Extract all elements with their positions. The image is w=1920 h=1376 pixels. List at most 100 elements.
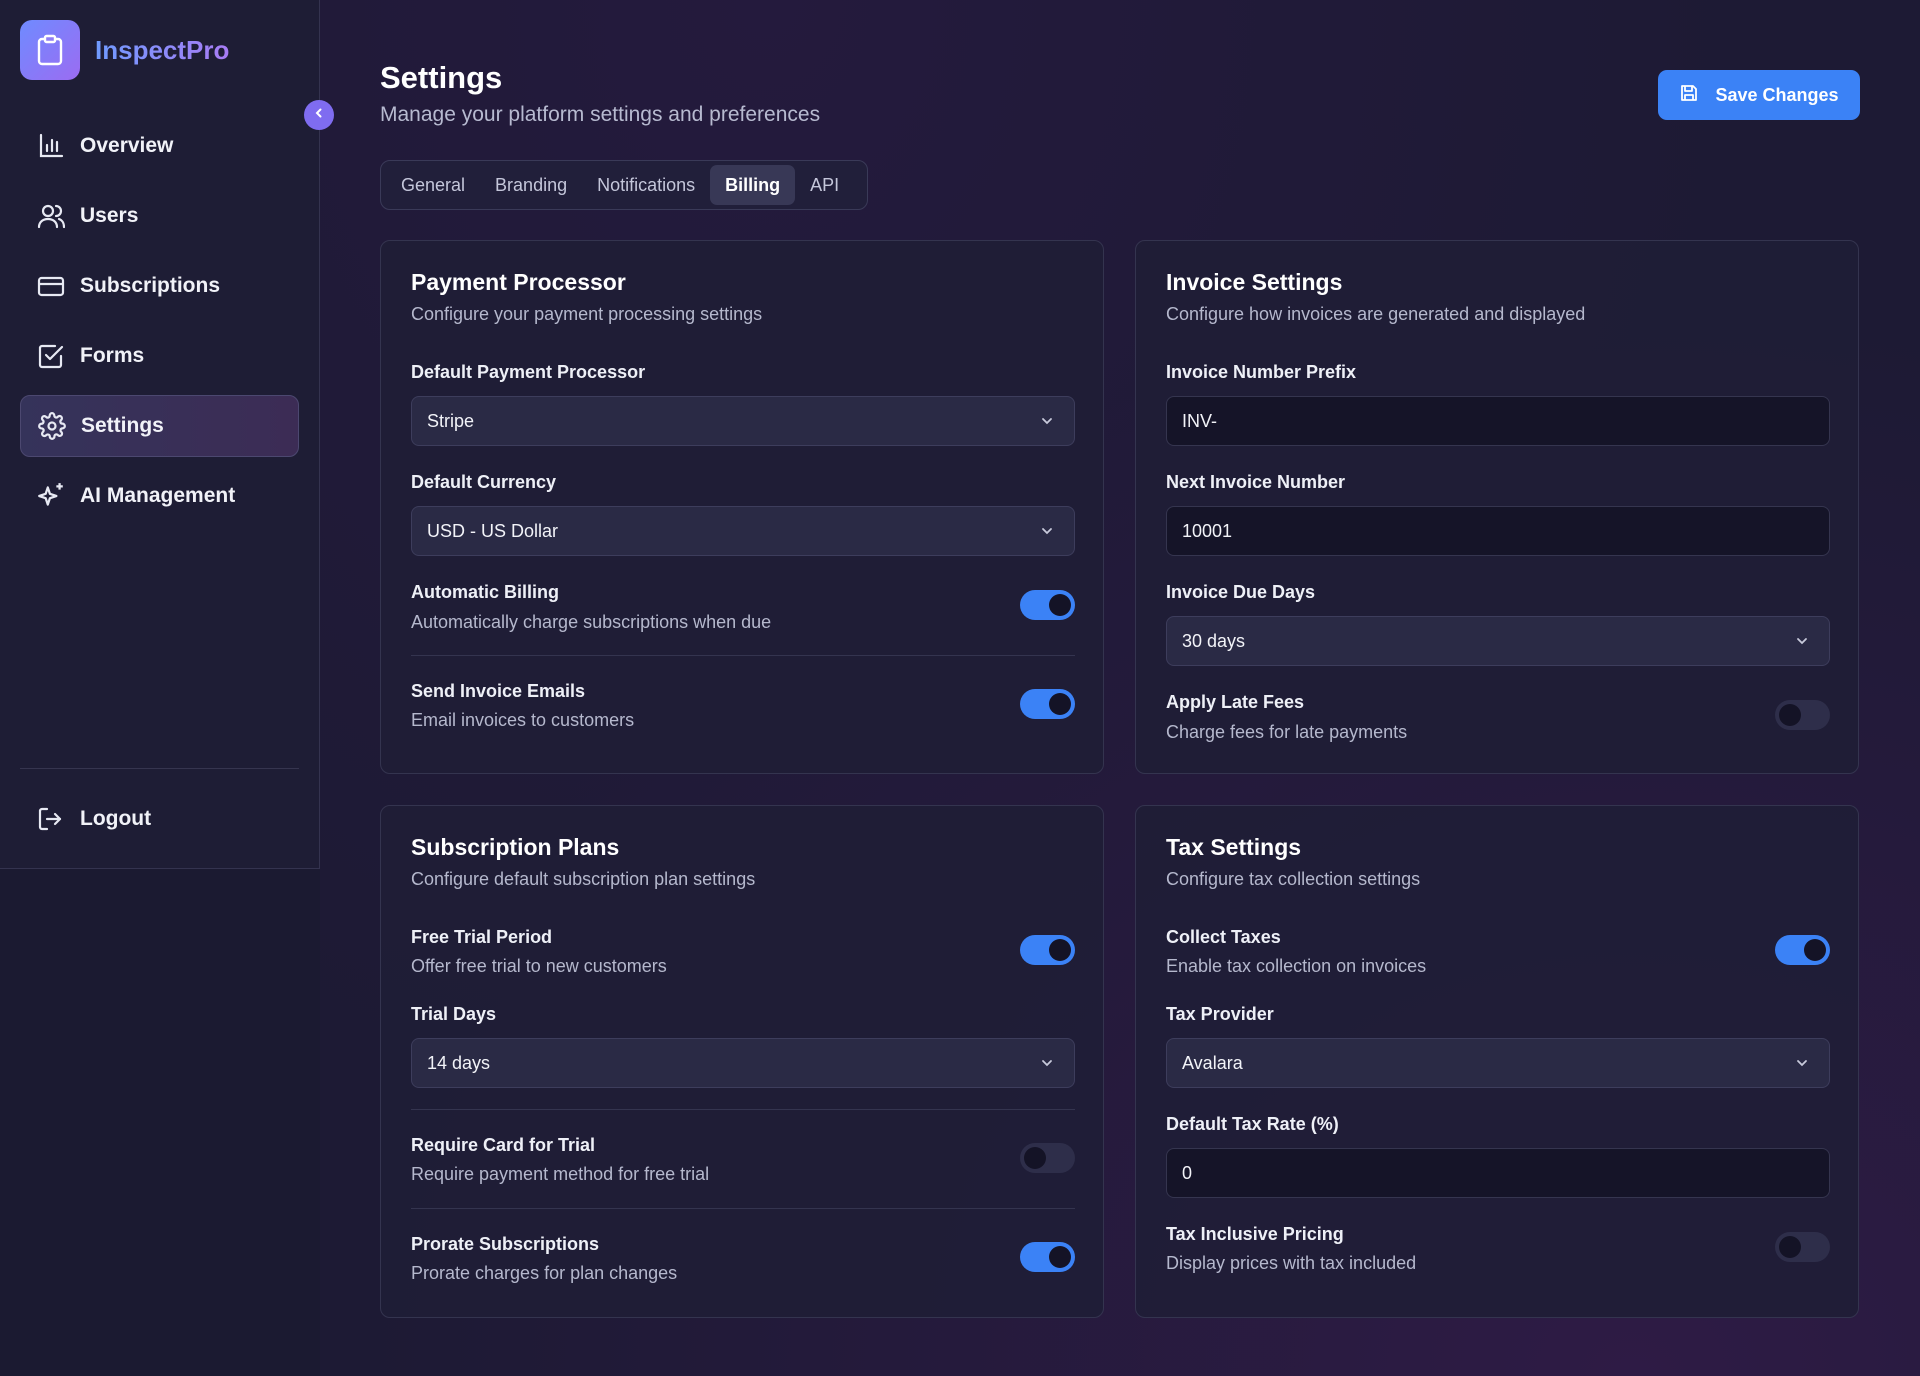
bar-chart-icon bbox=[36, 131, 66, 161]
sidebar-item-users[interactable]: Users bbox=[20, 185, 299, 247]
sidebar-item-label: Settings bbox=[81, 414, 164, 437]
require-card-title: Require Card for Trial bbox=[411, 1135, 596, 1155]
chevron-left-icon bbox=[313, 106, 325, 124]
sidebar-item-overview[interactable]: Overview bbox=[20, 115, 299, 177]
tax-inclusive-description: Display prices with tax included bbox=[1166, 1253, 1417, 1273]
card-title: Invoice Settings bbox=[1166, 269, 1343, 295]
card-title: Tax Settings bbox=[1166, 834, 1302, 860]
tab-notifications[interactable]: Notifications bbox=[582, 165, 710, 205]
brand-name: InspectPro bbox=[95, 34, 230, 65]
invoice-due-label: Invoice Due Days bbox=[1166, 582, 1316, 602]
card-description: Configure default subscription plan sett… bbox=[411, 869, 756, 889]
late-fees-toggle[interactable] bbox=[1775, 700, 1830, 730]
require-card-toggle[interactable] bbox=[1020, 1143, 1075, 1173]
invoice-emails-toggle[interactable] bbox=[1020, 689, 1075, 719]
gear-icon bbox=[37, 411, 67, 441]
tab-general[interactable]: General bbox=[386, 165, 480, 205]
clipboard-icon bbox=[20, 20, 80, 80]
select-value: Avalara bbox=[1182, 1052, 1243, 1073]
invoice-due-select[interactable]: 30 days bbox=[1166, 616, 1830, 666]
page-title: Settings bbox=[380, 60, 503, 95]
toggle-knob bbox=[1049, 594, 1071, 616]
sidebar-item-label: Forms bbox=[80, 344, 145, 367]
select-value: USD - US Dollar bbox=[427, 520, 559, 541]
collect-taxes-toggle[interactable] bbox=[1775, 935, 1830, 965]
payment-processor-card: Payment Processor Configure your payment… bbox=[380, 240, 1104, 774]
late-fees-title: Apply Late Fees bbox=[1166, 692, 1305, 712]
invoice-prefix-input[interactable]: INV- bbox=[1166, 396, 1830, 446]
sidebar-item-label: Overview bbox=[80, 134, 174, 157]
toggle-knob bbox=[1779, 704, 1801, 726]
tab-api[interactable]: API bbox=[795, 165, 854, 205]
sparkles-icon bbox=[36, 481, 66, 511]
users-icon bbox=[36, 201, 66, 231]
sidebar-divider bbox=[20, 768, 299, 769]
sidebar-item-subscriptions[interactable]: Subscriptions bbox=[20, 255, 299, 317]
invoice-settings-card: Invoice Settings Configure how invoices … bbox=[1135, 240, 1859, 774]
divider bbox=[411, 1109, 1075, 1110]
tax-inclusive-title: Tax Inclusive Pricing bbox=[1166, 1224, 1344, 1244]
save-icon bbox=[1679, 83, 1699, 108]
tab-branding[interactable]: Branding bbox=[480, 165, 582, 205]
tax-provider-select[interactable]: Avalara bbox=[1166, 1038, 1830, 1088]
tax-rate-input[interactable]: 0 bbox=[1166, 1148, 1830, 1198]
tax-inclusive-toggle[interactable] bbox=[1775, 1232, 1830, 1262]
logout-icon bbox=[36, 804, 66, 834]
select-value: Stripe bbox=[427, 410, 475, 431]
invoice-emails-title: Send Invoice Emails bbox=[411, 681, 586, 701]
save-changes-button[interactable]: Save Changes bbox=[1658, 70, 1860, 120]
tab-billing[interactable]: Billing bbox=[710, 165, 796, 205]
card-title: Payment Processor bbox=[411, 269, 626, 295]
currency-select[interactable]: USD - US Dollar bbox=[411, 506, 1075, 556]
select-value: 30 days bbox=[1182, 630, 1246, 651]
toggle-knob bbox=[1024, 1147, 1046, 1169]
sidebar-item-forms[interactable]: Forms bbox=[20, 325, 299, 387]
sidebar-item-settings[interactable]: Settings bbox=[20, 395, 299, 457]
free-trial-description: Offer free trial to new customers bbox=[411, 956, 667, 976]
save-changes-label: Save Changes bbox=[1715, 84, 1839, 105]
currency-label: Default Currency bbox=[411, 472, 557, 492]
toggle-knob bbox=[1049, 939, 1071, 961]
late-fees-description: Charge fees for late payments bbox=[1166, 722, 1408, 742]
divider bbox=[411, 655, 1075, 656]
page-subtitle: Manage your platform settings and prefer… bbox=[380, 103, 821, 126]
logout-label: Logout bbox=[80, 807, 152, 830]
next-invoice-label: Next Invoice Number bbox=[1166, 472, 1346, 492]
toggle-knob bbox=[1049, 1246, 1071, 1268]
card-title: Subscription Plans bbox=[411, 834, 620, 860]
chevron-down-icon bbox=[1793, 1054, 1811, 1077]
invoice-prefix-label: Invoice Number Prefix bbox=[1166, 362, 1357, 382]
card-description: Configure your payment processing settin… bbox=[411, 304, 763, 324]
chevron-down-icon bbox=[1038, 1054, 1056, 1077]
next-invoice-input[interactable]: 10001 bbox=[1166, 506, 1830, 556]
prorate-toggle[interactable] bbox=[1020, 1242, 1075, 1272]
collect-taxes-title: Collect Taxes bbox=[1166, 927, 1281, 947]
brand[interactable]: InspectPro bbox=[20, 20, 229, 80]
free-trial-toggle[interactable] bbox=[1020, 935, 1075, 965]
free-trial-title: Free Trial Period bbox=[411, 927, 553, 947]
prorate-title: Prorate Subscriptions bbox=[411, 1234, 600, 1254]
trial-days-select[interactable]: 14 days bbox=[411, 1038, 1075, 1088]
payment-processor-select[interactable]: Stripe bbox=[411, 396, 1075, 446]
sidebar: InspectPro Overview Users Subscriptions … bbox=[0, 0, 320, 869]
chevron-down-icon bbox=[1038, 522, 1056, 545]
collapse-sidebar-button[interactable] bbox=[304, 100, 334, 130]
logout-button[interactable]: Logout bbox=[20, 788, 299, 850]
subscription-plans-card: Subscription Plans Configure default sub… bbox=[380, 805, 1104, 1318]
tax-settings-card: Tax Settings Configure tax collection se… bbox=[1135, 805, 1859, 1318]
sidebar-item-label: Subscriptions bbox=[80, 274, 221, 297]
toggle-knob bbox=[1779, 1236, 1801, 1258]
auto-billing-toggle[interactable] bbox=[1020, 590, 1075, 620]
trial-days-label: Trial Days bbox=[411, 1004, 497, 1024]
divider bbox=[411, 1208, 1075, 1209]
tax-provider-label: Tax Provider bbox=[1166, 1004, 1274, 1024]
settings-tabs: General Branding Notifications Billing A… bbox=[380, 160, 868, 210]
select-value: 14 days bbox=[427, 1052, 491, 1073]
tax-rate-label: Default Tax Rate (%) bbox=[1166, 1114, 1339, 1134]
sidebar-item-ai-management[interactable]: AI Management bbox=[20, 465, 299, 527]
toggle-knob bbox=[1804, 939, 1826, 961]
chevron-down-icon bbox=[1038, 412, 1056, 435]
payment-processor-label: Default Payment Processor bbox=[411, 362, 646, 382]
checkbox-icon bbox=[36, 341, 66, 371]
prorate-description: Prorate charges for plan changes bbox=[411, 1263, 678, 1283]
